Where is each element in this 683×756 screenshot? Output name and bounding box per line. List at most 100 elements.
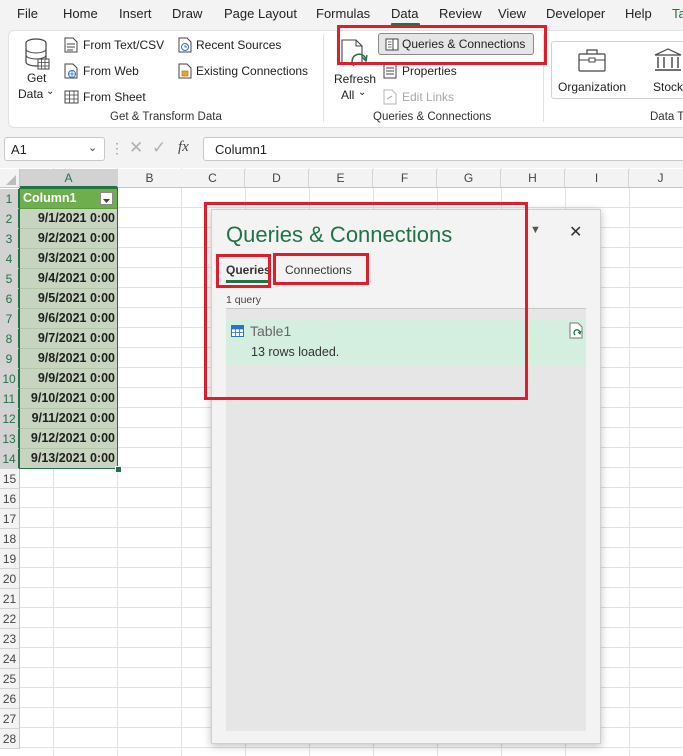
pane-options-dropdown-icon[interactable]: ▼	[530, 224, 541, 236]
row-header-9[interactable]: 9	[0, 349, 20, 369]
column-header-g[interactable]: G	[437, 169, 501, 188]
table-data-cell[interactable]: 9/7/2021 0:00	[20, 329, 118, 349]
row-header-15[interactable]: 15	[0, 469, 20, 489]
row-header-11[interactable]: 11	[0, 389, 20, 409]
table-data-cell[interactable]: 9/11/2021 0:00	[20, 409, 118, 429]
menu-table-design[interactable]: Ta	[672, 6, 683, 21]
row-header-13[interactable]: 13	[0, 429, 20, 449]
row-header-3[interactable]: 3	[0, 229, 20, 249]
name-box[interactable]: A1 ⌄	[4, 137, 105, 161]
table-data-cell[interactable]: 9/12/2021 0:00	[20, 429, 118, 449]
refresh-label: Refresh	[334, 72, 377, 86]
row-header-14[interactable]: 14	[0, 449, 20, 469]
menu-formulas[interactable]: Formulas	[316, 6, 370, 21]
menu-view[interactable]: View	[498, 6, 526, 21]
from-sheet-label: From Sheet	[83, 90, 146, 104]
edit-links-icon	[383, 89, 397, 105]
table-data-cell[interactable]: 9/6/2021 0:00	[20, 309, 118, 329]
row-header-5[interactable]: 5	[0, 269, 20, 289]
chevron-down-icon: ⌄	[358, 87, 367, 98]
row-header-26[interactable]: 26	[0, 689, 20, 709]
column-header-j[interactable]: J	[629, 169, 683, 188]
get-data-button[interactable]: Get Data ⌄	[16, 36, 56, 102]
row-header-1[interactable]: 1	[0, 189, 20, 209]
menu-page-layout[interactable]: Page Layout	[224, 6, 297, 21]
menu-home[interactable]: Home	[63, 6, 98, 21]
row-header-23[interactable]: 23	[0, 629, 20, 649]
table-data-cell[interactable]: 9/3/2021 0:00	[20, 249, 118, 269]
refresh-query-icon[interactable]	[569, 322, 585, 340]
text-file-icon	[64, 37, 78, 53]
menu-developer[interactable]: Developer	[546, 6, 605, 21]
filter-dropdown-button[interactable]	[100, 192, 113, 205]
menu-review[interactable]: Review	[439, 6, 482, 21]
more-options-icon[interactable]: ⋮	[110, 140, 124, 157]
properties-icon	[383, 63, 397, 79]
organization-data-type-button[interactable]: Organization	[557, 45, 629, 97]
table-data-cell[interactable]: 9/1/2021 0:00	[20, 209, 118, 229]
recent-sources-label: Recent Sources	[196, 38, 282, 52]
edit-links-label: Edit Links	[402, 90, 455, 104]
table-data-cell[interactable]: 9/5/2021 0:00	[20, 289, 118, 309]
table-header-label: Column1	[23, 191, 77, 205]
chevron-down-icon: ⌄	[88, 142, 98, 154]
row-header-12[interactable]: 12	[0, 409, 20, 429]
bank-icon	[654, 48, 682, 71]
column-header-d[interactable]: D	[245, 169, 309, 188]
existing-connections-icon	[178, 63, 192, 79]
menu-help[interactable]: Help	[625, 6, 652, 21]
from-sheet-button[interactable]: From Sheet	[64, 88, 154, 106]
refresh-label-2: All	[341, 88, 355, 102]
column-header-a[interactable]: A	[20, 169, 118, 188]
row-header-2[interactable]: 2	[0, 209, 20, 229]
column-header-h[interactable]: H	[501, 169, 565, 188]
table-data-cell[interactable]: 9/8/2021 0:00	[20, 349, 118, 369]
menu-insert[interactable]: Insert	[119, 6, 152, 21]
ribbon-separator	[323, 34, 324, 122]
row-header-8[interactable]: 8	[0, 329, 20, 349]
row-header-19[interactable]: 19	[0, 549, 20, 569]
select-all-corner[interactable]	[0, 169, 20, 188]
cancel-icon[interactable]: ✕	[129, 138, 143, 158]
menu-file[interactable]: File	[17, 6, 38, 21]
close-icon[interactable]: ✕	[569, 222, 582, 242]
table-data-cell[interactable]: 9/2/2021 0:00	[20, 229, 118, 249]
row-header-16[interactable]: 16	[0, 489, 20, 509]
row-header-7[interactable]: 7	[0, 309, 20, 329]
from-web-button[interactable]: From Web	[64, 62, 154, 80]
existing-connections-button[interactable]: Existing Connections	[178, 62, 313, 80]
row-header-28[interactable]: 28	[0, 729, 20, 749]
menu-data[interactable]: Data	[391, 6, 418, 21]
row-header-21[interactable]: 21	[0, 589, 20, 609]
table-data-cell[interactable]: 9/9/2021 0:00	[20, 369, 118, 389]
row-header-4[interactable]: 4	[0, 249, 20, 269]
row-header-18[interactable]: 18	[0, 529, 20, 549]
column-header-c[interactable]: C	[181, 169, 245, 188]
column-header-f[interactable]: F	[373, 169, 437, 188]
row-header-24[interactable]: 24	[0, 649, 20, 669]
enter-icon[interactable]: ✓	[152, 138, 166, 158]
row-header-6[interactable]: 6	[0, 289, 20, 309]
table-data-cell[interactable]: 9/10/2021 0:00	[20, 389, 118, 409]
table-data-cell[interactable]: 9/13/2021 0:00	[20, 449, 118, 469]
menu-draw[interactable]: Draw	[172, 6, 202, 21]
stocks-data-type-button[interactable]: Stock	[648, 45, 683, 97]
from-text-csv-label: From Text/CSV	[83, 38, 165, 52]
recent-sources-button[interactable]: Recent Sources	[178, 36, 288, 54]
row-header-17[interactable]: 17	[0, 509, 20, 529]
table-header-cell[interactable]: Column1	[20, 189, 118, 209]
column-header-b[interactable]: B	[118, 169, 182, 188]
row-header-27[interactable]: 27	[0, 709, 20, 729]
group-get-transform-label: Get & Transform Data	[110, 111, 222, 123]
row-header-22[interactable]: 22	[0, 609, 20, 629]
column-header-e[interactable]: E	[309, 169, 373, 188]
formula-input[interactable]: Column1	[203, 137, 683, 161]
fill-handle[interactable]	[115, 466, 122, 473]
row-header-20[interactable]: 20	[0, 569, 20, 589]
from-text-csv-button[interactable]: From Text/CSV	[64, 36, 174, 54]
table-data-cell[interactable]: 9/4/2021 0:00	[20, 269, 118, 289]
insert-function-icon[interactable]: fx	[178, 139, 189, 156]
row-header-25[interactable]: 25	[0, 669, 20, 689]
column-header-i[interactable]: I	[565, 169, 629, 188]
row-header-10[interactable]: 10	[0, 369, 20, 389]
